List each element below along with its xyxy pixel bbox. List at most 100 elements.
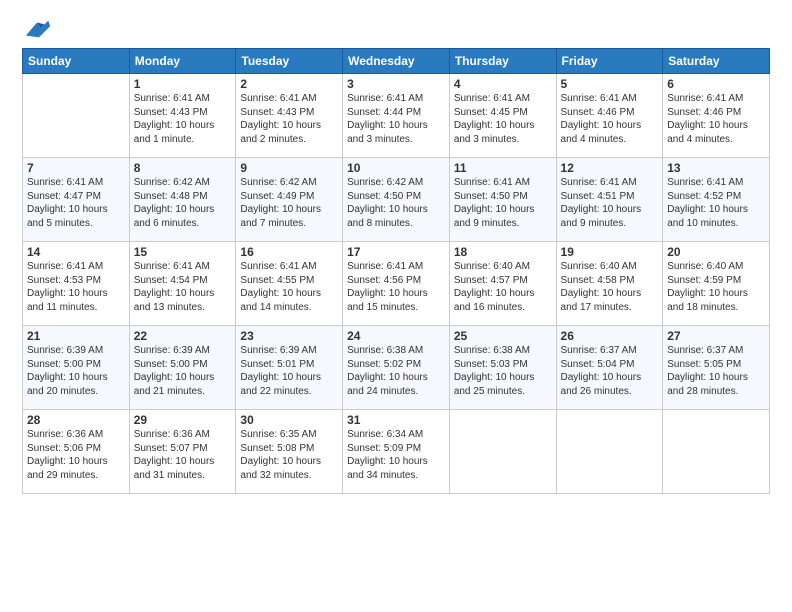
- table-row: 7 Sunrise: 6:41 AM Sunset: 4:47 PM Dayli…: [23, 158, 130, 242]
- table-row: 1 Sunrise: 6:41 AM Sunset: 4:43 PM Dayli…: [129, 74, 236, 158]
- table-row: 25 Sunrise: 6:38 AM Sunset: 5:03 PM Dayl…: [449, 326, 556, 410]
- day-info: Sunrise: 6:41 AM Sunset: 4:54 PM Dayligh…: [134, 260, 232, 314]
- day-number: 20: [667, 245, 765, 259]
- day-info: Sunrise: 6:40 AM Sunset: 4:57 PM Dayligh…: [454, 260, 552, 314]
- day-number: 15: [134, 245, 232, 259]
- calendar-table: Sunday Monday Tuesday Wednesday Thursday…: [22, 48, 770, 494]
- table-row: 30 Sunrise: 6:35 AM Sunset: 5:08 PM Dayl…: [236, 410, 343, 494]
- table-row: 3 Sunrise: 6:41 AM Sunset: 4:44 PM Dayli…: [343, 74, 450, 158]
- table-row: 24 Sunrise: 6:38 AM Sunset: 5:02 PM Dayl…: [343, 326, 450, 410]
- day-info: Sunrise: 6:41 AM Sunset: 4:47 PM Dayligh…: [27, 176, 125, 230]
- col-wednesday: Wednesday: [343, 49, 450, 74]
- day-info: Sunrise: 6:42 AM Sunset: 4:49 PM Dayligh…: [240, 176, 338, 230]
- col-thursday: Thursday: [449, 49, 556, 74]
- logo-bird-icon: [24, 18, 52, 40]
- logo: [22, 18, 52, 40]
- table-row: 2 Sunrise: 6:41 AM Sunset: 4:43 PM Dayli…: [236, 74, 343, 158]
- table-row: 4 Sunrise: 6:41 AM Sunset: 4:45 PM Dayli…: [449, 74, 556, 158]
- day-info: Sunrise: 6:41 AM Sunset: 4:53 PM Dayligh…: [27, 260, 125, 314]
- table-row: 9 Sunrise: 6:42 AM Sunset: 4:49 PM Dayli…: [236, 158, 343, 242]
- day-number: 11: [454, 161, 552, 175]
- day-number: 25: [454, 329, 552, 343]
- day-info: Sunrise: 6:41 AM Sunset: 4:44 PM Dayligh…: [347, 92, 445, 146]
- calendar-week-row: 7 Sunrise: 6:41 AM Sunset: 4:47 PM Dayli…: [23, 158, 770, 242]
- table-row: 29 Sunrise: 6:36 AM Sunset: 5:07 PM Dayl…: [129, 410, 236, 494]
- col-friday: Friday: [556, 49, 663, 74]
- calendar-week-row: 14 Sunrise: 6:41 AM Sunset: 4:53 PM Dayl…: [23, 242, 770, 326]
- day-info: Sunrise: 6:42 AM Sunset: 4:50 PM Dayligh…: [347, 176, 445, 230]
- day-number: 9: [240, 161, 338, 175]
- day-info: Sunrise: 6:41 AM Sunset: 4:51 PM Dayligh…: [561, 176, 659, 230]
- table-row: 15 Sunrise: 6:41 AM Sunset: 4:54 PM Dayl…: [129, 242, 236, 326]
- day-number: 24: [347, 329, 445, 343]
- calendar-week-row: 1 Sunrise: 6:41 AM Sunset: 4:43 PM Dayli…: [23, 74, 770, 158]
- day-number: 12: [561, 161, 659, 175]
- day-info: Sunrise: 6:37 AM Sunset: 5:05 PM Dayligh…: [667, 344, 765, 398]
- day-number: 28: [27, 413, 125, 427]
- table-row: 8 Sunrise: 6:42 AM Sunset: 4:48 PM Dayli…: [129, 158, 236, 242]
- header: [22, 18, 770, 40]
- table-row: 17 Sunrise: 6:41 AM Sunset: 4:56 PM Dayl…: [343, 242, 450, 326]
- table-row: 26 Sunrise: 6:37 AM Sunset: 5:04 PM Dayl…: [556, 326, 663, 410]
- day-info: Sunrise: 6:41 AM Sunset: 4:55 PM Dayligh…: [240, 260, 338, 314]
- day-info: Sunrise: 6:41 AM Sunset: 4:52 PM Dayligh…: [667, 176, 765, 230]
- day-number: 22: [134, 329, 232, 343]
- day-number: 3: [347, 77, 445, 91]
- table-row: [663, 410, 770, 494]
- table-row: 23 Sunrise: 6:39 AM Sunset: 5:01 PM Dayl…: [236, 326, 343, 410]
- day-info: Sunrise: 6:37 AM Sunset: 5:04 PM Dayligh…: [561, 344, 659, 398]
- day-number: 17: [347, 245, 445, 259]
- day-number: 30: [240, 413, 338, 427]
- day-number: 2: [240, 77, 338, 91]
- day-number: 21: [27, 329, 125, 343]
- day-info: Sunrise: 6:38 AM Sunset: 5:02 PM Dayligh…: [347, 344, 445, 398]
- day-number: 23: [240, 329, 338, 343]
- table-row: 28 Sunrise: 6:36 AM Sunset: 5:06 PM Dayl…: [23, 410, 130, 494]
- logo-text: [22, 18, 52, 40]
- page: Sunday Monday Tuesday Wednesday Thursday…: [0, 0, 792, 612]
- day-info: Sunrise: 6:35 AM Sunset: 5:08 PM Dayligh…: [240, 428, 338, 482]
- table-row: [449, 410, 556, 494]
- table-row: [23, 74, 130, 158]
- day-number: 16: [240, 245, 338, 259]
- day-number: 31: [347, 413, 445, 427]
- table-row: 21 Sunrise: 6:39 AM Sunset: 5:00 PM Dayl…: [23, 326, 130, 410]
- day-number: 4: [454, 77, 552, 91]
- calendar-header-row: Sunday Monday Tuesday Wednesday Thursday…: [23, 49, 770, 74]
- day-number: 10: [347, 161, 445, 175]
- calendar-week-row: 28 Sunrise: 6:36 AM Sunset: 5:06 PM Dayl…: [23, 410, 770, 494]
- day-info: Sunrise: 6:36 AM Sunset: 5:06 PM Dayligh…: [27, 428, 125, 482]
- table-row: 12 Sunrise: 6:41 AM Sunset: 4:51 PM Dayl…: [556, 158, 663, 242]
- day-info: Sunrise: 6:41 AM Sunset: 4:46 PM Dayligh…: [667, 92, 765, 146]
- day-number: 5: [561, 77, 659, 91]
- col-monday: Monday: [129, 49, 236, 74]
- table-row: 27 Sunrise: 6:37 AM Sunset: 5:05 PM Dayl…: [663, 326, 770, 410]
- table-row: 11 Sunrise: 6:41 AM Sunset: 4:50 PM Dayl…: [449, 158, 556, 242]
- table-row: 5 Sunrise: 6:41 AM Sunset: 4:46 PM Dayli…: [556, 74, 663, 158]
- calendar-week-row: 21 Sunrise: 6:39 AM Sunset: 5:00 PM Dayl…: [23, 326, 770, 410]
- day-info: Sunrise: 6:39 AM Sunset: 5:01 PM Dayligh…: [240, 344, 338, 398]
- day-number: 8: [134, 161, 232, 175]
- day-info: Sunrise: 6:40 AM Sunset: 4:59 PM Dayligh…: [667, 260, 765, 314]
- day-number: 6: [667, 77, 765, 91]
- day-info: Sunrise: 6:39 AM Sunset: 5:00 PM Dayligh…: [27, 344, 125, 398]
- col-saturday: Saturday: [663, 49, 770, 74]
- col-sunday: Sunday: [23, 49, 130, 74]
- table-row: 6 Sunrise: 6:41 AM Sunset: 4:46 PM Dayli…: [663, 74, 770, 158]
- day-info: Sunrise: 6:41 AM Sunset: 4:50 PM Dayligh…: [454, 176, 552, 230]
- table-row: [556, 410, 663, 494]
- day-info: Sunrise: 6:41 AM Sunset: 4:56 PM Dayligh…: [347, 260, 445, 314]
- col-tuesday: Tuesday: [236, 49, 343, 74]
- table-row: 13 Sunrise: 6:41 AM Sunset: 4:52 PM Dayl…: [663, 158, 770, 242]
- table-row: 22 Sunrise: 6:39 AM Sunset: 5:00 PM Dayl…: [129, 326, 236, 410]
- table-row: 20 Sunrise: 6:40 AM Sunset: 4:59 PM Dayl…: [663, 242, 770, 326]
- day-number: 1: [134, 77, 232, 91]
- day-info: Sunrise: 6:41 AM Sunset: 4:45 PM Dayligh…: [454, 92, 552, 146]
- day-info: Sunrise: 6:34 AM Sunset: 5:09 PM Dayligh…: [347, 428, 445, 482]
- day-number: 13: [667, 161, 765, 175]
- day-info: Sunrise: 6:39 AM Sunset: 5:00 PM Dayligh…: [134, 344, 232, 398]
- day-info: Sunrise: 6:38 AM Sunset: 5:03 PM Dayligh…: [454, 344, 552, 398]
- day-info: Sunrise: 6:40 AM Sunset: 4:58 PM Dayligh…: [561, 260, 659, 314]
- table-row: 19 Sunrise: 6:40 AM Sunset: 4:58 PM Dayl…: [556, 242, 663, 326]
- table-row: 16 Sunrise: 6:41 AM Sunset: 4:55 PM Dayl…: [236, 242, 343, 326]
